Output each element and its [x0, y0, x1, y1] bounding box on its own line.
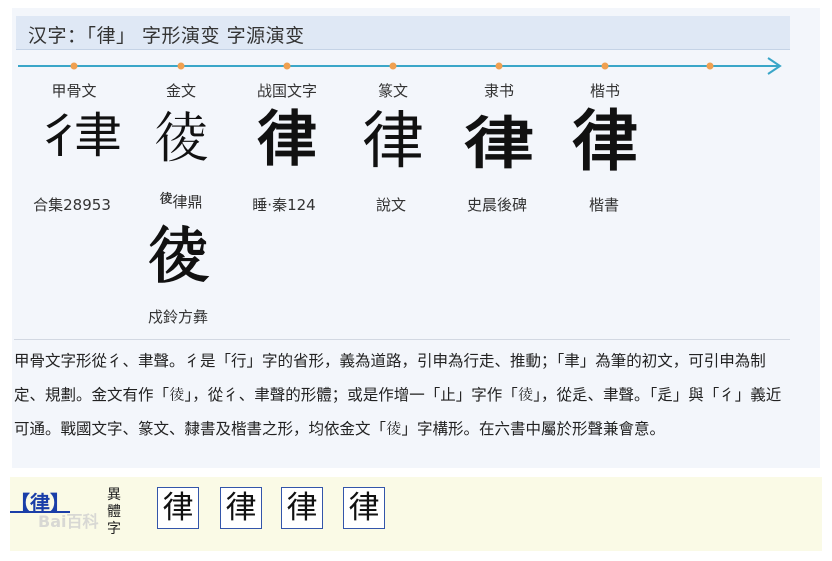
timeline-dot: [601, 62, 609, 70]
variant-char-4[interactable]: 律: [343, 487, 385, 529]
era-label-zhuanwen: 篆文: [377, 82, 409, 100]
source-zhanguo: 睡·秦124: [252, 196, 316, 214]
etymology-description: 甲骨文字形從彳、聿聲。彳是「行」字的省形，義為道路，引申為行走、推動；「聿」為筆…: [14, 352, 782, 438]
baidu-watermark: Bai百科: [38, 512, 99, 531]
timeline-dot: [283, 62, 291, 70]
timeline-dot: [389, 62, 397, 70]
timeline-dot: [70, 62, 78, 70]
divider: [14, 339, 790, 340]
glyph-jinwen: 𢔁: [153, 107, 209, 172]
source-zhuanwen: 說文: [375, 196, 407, 214]
era-label-zhanguo: 战国文字: [256, 82, 318, 100]
title-bar: 汉字：「律」 字形演变 字源演变: [16, 16, 790, 50]
variant-bar: [10, 477, 822, 551]
timeline-dot: [177, 62, 185, 70]
source-jinwen-row: 𢔁律鼎: [159, 190, 202, 212]
glyph-zhuanwen: 律: [361, 104, 425, 177]
variant-char-3[interactable]: 律: [281, 487, 323, 529]
glyph-jinwen-extra: 𢔁: [146, 220, 210, 293]
glyph-zhanguo: 律: [257, 105, 317, 175]
glyph-lishu: 律: [464, 111, 534, 177]
source-jiaguwen: 合集28953: [33, 196, 111, 214]
source-jinwen-extra: 戍鈴方彝: [147, 308, 209, 326]
source-kaishu: 楷書: [588, 196, 620, 214]
source-jinwen: 律鼎: [172, 193, 203, 211]
variant-char-1[interactable]: 律: [157, 487, 199, 529]
timeline-dot: [495, 62, 503, 70]
glyph-jiaguwen: 彳聿: [35, 108, 122, 164]
era-label-lishu: 隶书: [483, 82, 515, 100]
variant-tag: 異體字: [107, 487, 121, 537]
source-lishu: 史晨後碑: [466, 196, 528, 214]
source-jinwen-mark: 𢔁: [159, 192, 173, 207]
variant-char-2[interactable]: 律: [220, 487, 262, 529]
page-title: 汉字：「律」 字形演变 字源演变: [28, 25, 305, 47]
era-label-jinwen: 金文: [165, 82, 197, 100]
timeline: [18, 57, 782, 75]
era-label-kaishu: 楷书: [589, 82, 621, 100]
glyph-kaishu: 律: [572, 102, 638, 180]
era-label-jiaguwen: 甲骨文: [51, 82, 97, 100]
timeline-dot: [706, 62, 714, 70]
